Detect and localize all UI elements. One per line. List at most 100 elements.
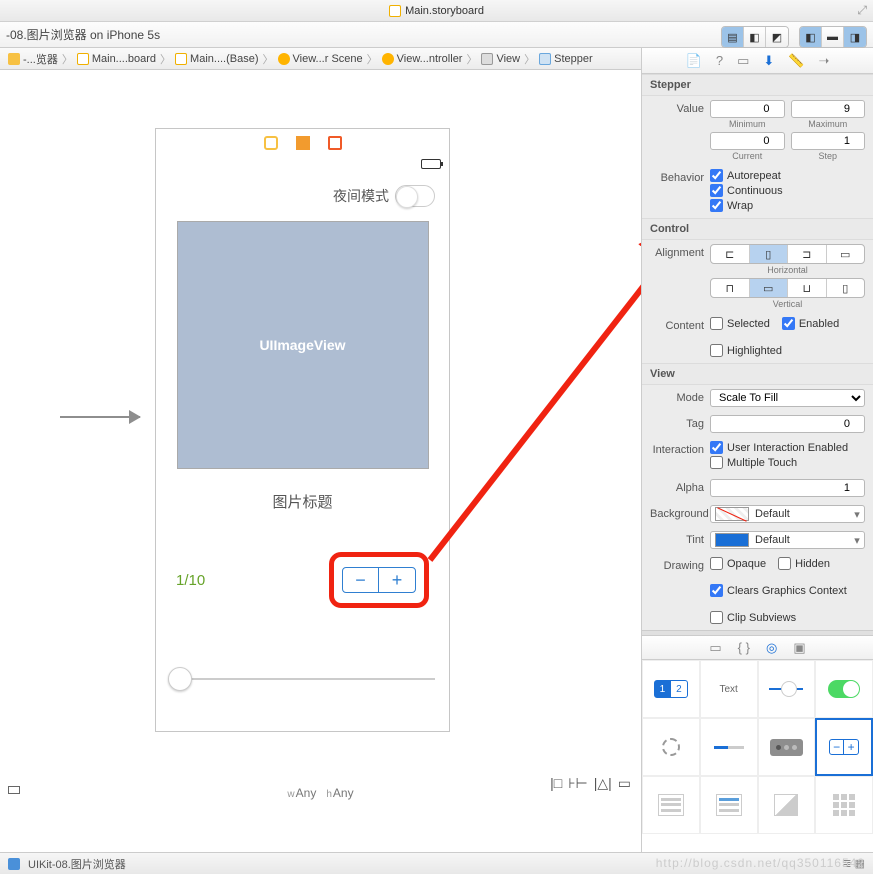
resolve-icon[interactable]: |△| xyxy=(594,775,612,792)
crumb-storyboard: Main....board xyxy=(73,53,160,65)
lbl-background: Background xyxy=(650,505,704,520)
lib-textfield[interactable]: Text xyxy=(700,660,758,718)
lbl-tint: Tint xyxy=(650,531,704,546)
clears-context-checkbox[interactable] xyxy=(710,584,723,597)
project-name[interactable]: UIKit-08.图片浏览器 xyxy=(28,856,126,872)
slider-control[interactable] xyxy=(170,670,435,688)
standard-editor-button[interactable]: ▤ xyxy=(722,27,744,47)
minimum-input[interactable] xyxy=(710,100,785,118)
sim-statusbar xyxy=(156,157,449,171)
media-library-tab[interactable]: ▣ xyxy=(793,640,805,656)
file-inspector-tab[interactable]: 📄 xyxy=(686,53,702,69)
multitouch-checkbox[interactable] xyxy=(710,456,723,469)
lbl-behavior: Behavior xyxy=(650,169,704,184)
lib-progress[interactable] xyxy=(700,718,758,776)
lib-imageview[interactable] xyxy=(758,776,816,834)
lib-tableview[interactable] xyxy=(642,776,700,834)
document-outline-toggle[interactable] xyxy=(8,786,20,794)
lbl-alpha: Alpha xyxy=(650,479,704,494)
mode-select[interactable]: Scale To Fill xyxy=(710,389,865,407)
counter-label[interactable]: 1/10 xyxy=(176,572,205,589)
inspector-panel: 📄 ? ▭ ⬇ 📏 ➝ Stepper Value Minimum Maximu… xyxy=(641,48,873,852)
continuous-checkbox[interactable] xyxy=(710,184,723,197)
h-alignment-segmented[interactable]: ⊏▯⊐▭ xyxy=(710,244,865,264)
clip-subviews-checkbox[interactable] xyxy=(710,611,723,624)
stepper-plus-icon[interactable]: + xyxy=(379,568,415,592)
size-inspector-tab[interactable]: 📏 xyxy=(788,53,804,69)
scheme-label[interactable]: -08.图片浏览器 on iPhone 5s xyxy=(6,26,160,43)
folder-icon xyxy=(8,53,20,65)
align-icon[interactable]: |□ xyxy=(550,775,562,792)
attributes-inspector-tab[interactable]: ⬇ xyxy=(763,53,774,69)
expand-icon[interactable]: ⤢ xyxy=(857,3,867,18)
slider-thumb[interactable] xyxy=(168,667,192,691)
scene-frame[interactable]: 夜间模式 UIImageView 图片标题 1/10 − + xyxy=(155,128,450,732)
lbl-alignment: Alignment xyxy=(650,244,704,259)
selected-checkbox[interactable] xyxy=(710,317,723,330)
help-inspector-tab[interactable]: ? xyxy=(716,53,723,68)
code-snippet-tab[interactable]: { } xyxy=(738,640,750,655)
pin-icon[interactable]: ⊦⊢ xyxy=(568,775,587,792)
lib-stepper[interactable]: −+ xyxy=(815,718,873,776)
lbl-value: Value xyxy=(650,100,704,115)
assistant-editor-button[interactable]: ◧ xyxy=(744,27,766,47)
wrap-checkbox[interactable] xyxy=(710,199,723,212)
lib-slider[interactable] xyxy=(758,660,816,718)
image-view[interactable]: UIImageView xyxy=(177,221,429,469)
object-library[interactable]: 12 Text −+ xyxy=(642,660,873,852)
image-title-label[interactable]: 图片标题 xyxy=(170,491,435,512)
opaque-checkbox[interactable] xyxy=(710,557,723,570)
crumb-scene: View...r Scene xyxy=(274,53,367,65)
first-responder-icon[interactable] xyxy=(296,136,310,150)
crumb-stepper: Stepper xyxy=(535,53,597,65)
identity-inspector-tab[interactable]: ▭ xyxy=(737,53,749,69)
project-icon xyxy=(8,858,20,870)
resizing-icon[interactable]: ▭ xyxy=(618,775,631,792)
enabled-checkbox[interactable] xyxy=(782,317,795,330)
left-panel-toggle[interactable]: ◧ xyxy=(800,27,822,47)
highlighted-checkbox[interactable] xyxy=(710,344,723,357)
connections-inspector-tab[interactable]: ➝ xyxy=(818,53,829,69)
background-colorwell[interactable]: Default▾ xyxy=(710,505,865,523)
v-alignment-segmented[interactable]: ⊓▭⊔▯ xyxy=(710,278,865,298)
watermark: http://blog.csdn.net/qq350116542 xyxy=(656,856,865,870)
vc-dock-icon[interactable] xyxy=(264,136,278,150)
size-class-bar[interactable]: wAny hAny xyxy=(0,786,641,800)
uie-checkbox[interactable] xyxy=(710,441,723,454)
lib-page-control[interactable] xyxy=(758,718,816,776)
bottom-panel-toggle[interactable]: ▬ xyxy=(822,27,844,47)
lib-activity-indicator[interactable] xyxy=(642,718,700,776)
inspector-tabs: 📄 ? ▭ ⬇ 📏 ➝ xyxy=(642,48,873,74)
alpha-input[interactable] xyxy=(710,479,865,497)
crumb-view: View xyxy=(477,53,524,65)
canvas-constraint-toolbar: |□ ⊦⊢ |△| ▭ xyxy=(550,775,631,792)
annotation-box: − + xyxy=(329,552,429,608)
scene-icon xyxy=(278,53,290,65)
exit-icon[interactable] xyxy=(328,136,342,150)
maximum-input[interactable] xyxy=(791,100,866,118)
stepper-minus-icon[interactable]: − xyxy=(343,568,379,592)
lib-collectionview[interactable] xyxy=(815,776,873,834)
tag-input[interactable] xyxy=(710,415,865,433)
file-template-tab[interactable]: ▭ xyxy=(709,640,721,656)
object-library-tab[interactable]: ◎ xyxy=(766,640,777,656)
lib-segmented[interactable]: 12 xyxy=(642,660,700,718)
autorepeat-checkbox[interactable] xyxy=(710,169,723,182)
hidden-checkbox[interactable] xyxy=(778,557,791,570)
jump-bar[interactable]: -...览器 〉 Main....board 〉 Main....(Base) … xyxy=(0,48,641,70)
night-mode-switch[interactable] xyxy=(395,185,435,207)
step-input[interactable] xyxy=(791,132,866,150)
initial-vc-arrow-icon[interactable] xyxy=(60,416,140,418)
lib-tablecell[interactable] xyxy=(700,776,758,834)
lbl-drawing: Drawing xyxy=(650,557,704,572)
lib-switch[interactable] xyxy=(815,660,873,718)
lbl-mode: Mode xyxy=(650,389,704,404)
slider-track xyxy=(170,678,435,680)
tint-colorwell[interactable]: Default▾ xyxy=(710,531,865,549)
version-editor-button[interactable]: ◩ xyxy=(766,27,788,47)
ib-canvas[interactable]: 夜间模式 UIImageView 图片标题 1/10 − + wAny xyxy=(0,70,641,832)
stepper-control[interactable]: − + xyxy=(342,567,416,593)
clear-color-swatch-icon xyxy=(715,507,749,521)
right-panel-toggle[interactable]: ◨ xyxy=(844,27,866,47)
current-input[interactable] xyxy=(710,132,785,150)
